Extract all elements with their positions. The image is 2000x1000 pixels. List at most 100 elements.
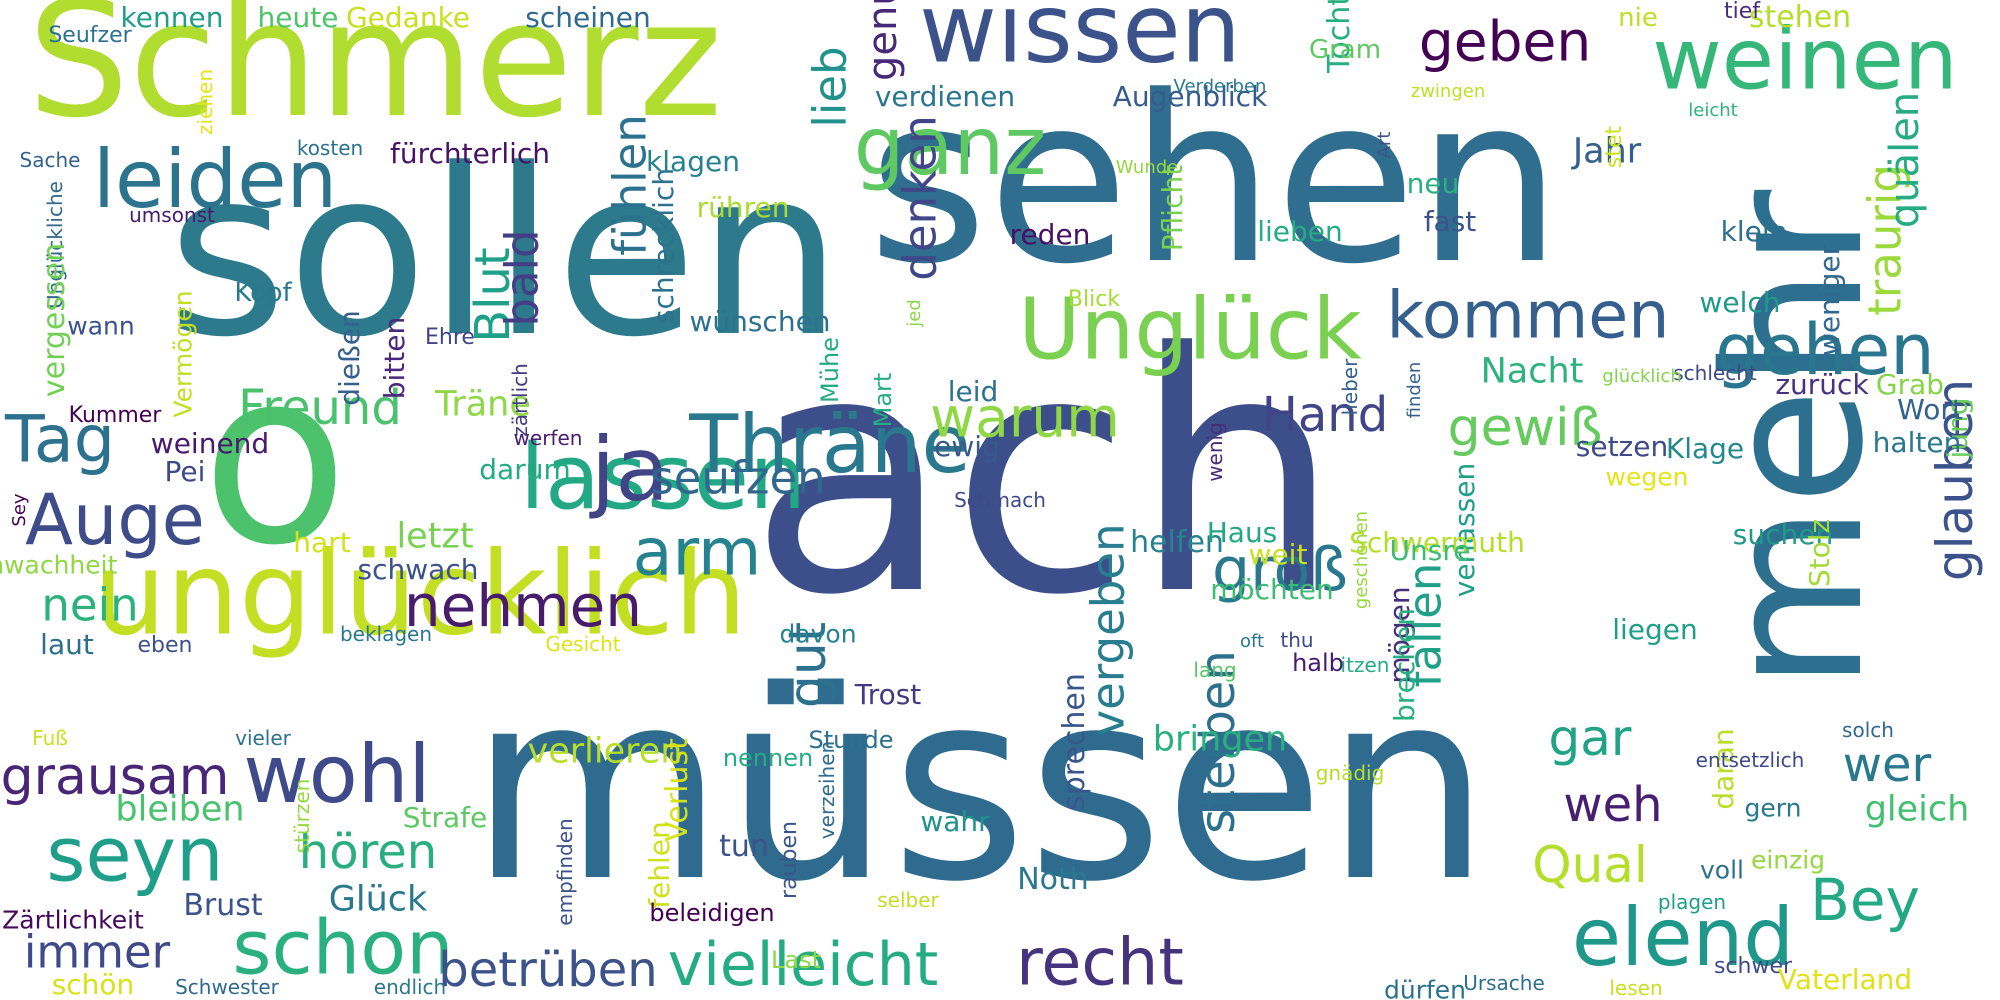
word-nacht: Nacht xyxy=(1480,351,1584,392)
word-sache: Sache xyxy=(19,148,81,172)
word-schmach: Schmach xyxy=(954,488,1046,512)
word-darum: darum xyxy=(479,453,571,486)
word-cloud: ach müssen sehen sollen mehr Schmerz o unglückl… xyxy=(0,0,2000,1000)
word-noth: Noth xyxy=(1017,862,1089,897)
word-klagen: klagen xyxy=(646,145,740,178)
word-hart: hart xyxy=(293,526,351,559)
word-bitten: bitten xyxy=(378,316,411,400)
word-pei: Pei xyxy=(164,455,206,488)
word-schrecklich: schrecklich xyxy=(647,167,680,325)
word-quaelen: quälen xyxy=(1882,91,1928,229)
word-wuenschen: wünschen xyxy=(689,305,831,338)
word-schwach: schwach xyxy=(357,553,479,586)
word-liegen: liegen xyxy=(1612,613,1698,646)
word-brust: Brust xyxy=(183,888,263,923)
word-gluecklich: glücklich xyxy=(1602,366,1682,387)
word-recht: recht xyxy=(1016,925,1184,1000)
word-kommen: kommen xyxy=(1386,278,1670,354)
word-davon: davon xyxy=(779,619,857,649)
word-entsetzlich: entsetzlich xyxy=(1695,748,1805,772)
word-seufzer: Seufzer xyxy=(48,23,132,48)
word-einzig: einzig xyxy=(1750,845,1826,875)
word-betrueben: betrüben xyxy=(438,942,658,998)
word-sprechen: sprechen xyxy=(1057,673,1092,811)
word-arm: arm xyxy=(632,515,762,591)
word-lieb: lieb xyxy=(803,46,857,128)
word-halb: halb xyxy=(1292,649,1344,677)
word-tun: tun xyxy=(719,829,769,864)
word-vermoegen: Vermögen xyxy=(168,290,198,418)
word-gedanke: Gedanke xyxy=(345,1,471,34)
word-stolz: Stolz xyxy=(1803,518,1836,588)
word-welch: welch xyxy=(1699,286,1781,319)
word-empfinden: empfinden xyxy=(553,818,577,926)
word-gern: gern xyxy=(1744,793,1802,823)
word-nennen: nennen xyxy=(722,744,814,772)
word-tief: tief xyxy=(1723,0,1761,24)
word-fast: fast xyxy=(1423,205,1477,238)
word-wenig: wenig xyxy=(1203,422,1227,482)
word-lang: lang xyxy=(1193,658,1237,682)
word-rauben: rauben xyxy=(777,821,802,899)
word-hoeren: hören xyxy=(298,824,438,880)
word-lesen: lesen xyxy=(1609,976,1663,1000)
word-last: Last xyxy=(771,946,821,974)
word-weniger: weniger xyxy=(1813,243,1846,357)
word-laut: laut xyxy=(40,628,94,661)
word-kummer: Kummer xyxy=(68,403,162,428)
word-blick: Blick xyxy=(1067,287,1121,312)
word-kosten: kosten xyxy=(296,136,364,160)
word-duerfen: dürfen xyxy=(1383,975,1467,1000)
word-sey: Sey xyxy=(9,493,30,527)
word-diessen: dießen xyxy=(333,310,366,406)
word-mart: Mart xyxy=(869,372,897,428)
word-wer: wer xyxy=(1842,737,1932,793)
word-finden: finden xyxy=(1404,361,1425,419)
word-wann: wann xyxy=(67,311,135,341)
word-vergessen: vergessen xyxy=(37,242,72,398)
word-wissen: wissen xyxy=(919,0,1241,85)
word-fuerchterlich: fürchterlich xyxy=(389,137,551,170)
word-bey: Bey xyxy=(1810,866,1920,934)
word-auge: Auge xyxy=(25,479,205,561)
word-hand: Hand xyxy=(1261,387,1389,443)
word-weh: weh xyxy=(1563,777,1663,833)
word-bringen: bringen xyxy=(1152,719,1288,760)
word-qual: Qual xyxy=(1532,836,1648,894)
word-schwachheit: Schwachheit xyxy=(0,550,118,580)
word-lieber: lieber xyxy=(1338,358,1362,416)
word-leicht: leicht xyxy=(1688,100,1738,121)
word-gar: gar xyxy=(1548,709,1632,767)
word-weit: weit xyxy=(1248,538,1308,571)
word-gesicht: Gesicht xyxy=(545,632,621,656)
word-kopf: Kopf xyxy=(234,278,292,308)
word-art: Art xyxy=(1374,131,1395,159)
word-muehe: Mühe xyxy=(816,337,844,403)
word-unsre: Unsre xyxy=(1389,534,1471,567)
word-ursache: Ursache xyxy=(1463,971,1545,995)
word-verlust: Verlust xyxy=(660,738,695,842)
word-neu: neu xyxy=(1406,167,1460,200)
word-letzt: letzt xyxy=(396,516,474,557)
word-fuss: Fuß xyxy=(32,726,68,750)
word-strafe: Strafe xyxy=(402,801,488,834)
word-gram: Gram xyxy=(1308,35,1382,65)
word-brechen: brechen xyxy=(1388,607,1421,723)
word-eben: eben xyxy=(137,633,193,658)
word-denken: denken xyxy=(893,115,947,281)
word-bleiben: bleiben xyxy=(115,789,245,830)
word-lieben: lieben xyxy=(1257,215,1343,248)
word-grab: Grab xyxy=(1875,368,1945,401)
word-voll: voll xyxy=(1700,855,1744,885)
word-muessen: müssen xyxy=(469,634,1491,939)
word-seufzen: seufzen xyxy=(650,451,826,505)
word-verzeihen: verzeihen xyxy=(815,740,839,840)
word-werfen: werfen xyxy=(513,426,583,450)
word-scheinen: scheinen xyxy=(525,1,651,34)
word-oft: oft xyxy=(1239,631,1265,652)
word-gleich: gleich xyxy=(1864,789,1970,830)
word-moechten: möchten xyxy=(1210,573,1334,606)
word-leid: leid xyxy=(947,375,999,408)
word-vieler: vieler xyxy=(235,726,291,750)
word-schwester: Schwester xyxy=(175,975,279,999)
